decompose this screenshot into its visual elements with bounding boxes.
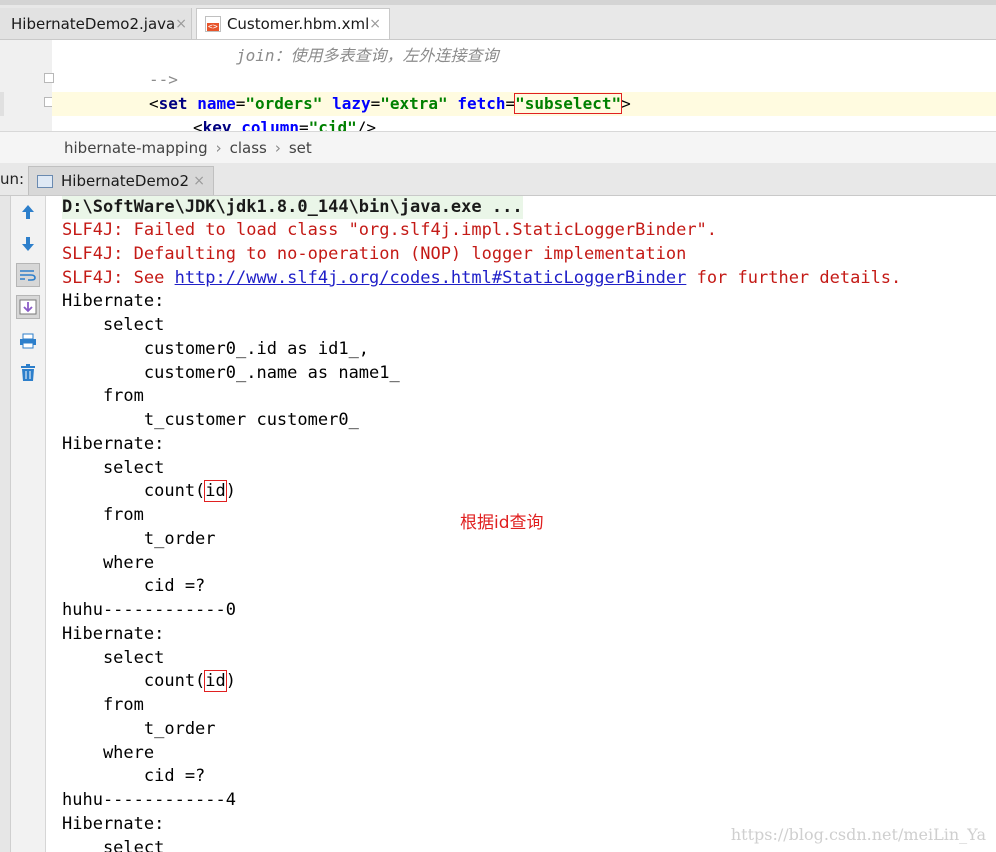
console-text: SLF4J: See (62, 268, 175, 288)
console-line: t_order (62, 529, 216, 549)
console-line: Hibernate: (62, 291, 165, 311)
console-icon (37, 174, 53, 188)
console-line: select (62, 458, 165, 478)
console-line: Hibernate: (62, 434, 165, 454)
console-line: t_order (62, 719, 216, 739)
code-comment-end: --> (149, 70, 178, 89)
run-tab-label: HibernateDemo2 (61, 172, 190, 190)
highlight-box: "subselect" (514, 93, 623, 114)
code-editor[interactable]: join：使用多表查询，左外连接查询 --> <set name="orders… (0, 40, 996, 131)
run-tool-bar: un: HibernateDemo2 × (0, 163, 996, 196)
console-error-line: SLF4J: Defaulting to no-operation (NOP) … (62, 244, 687, 264)
code-attr: column (241, 118, 299, 131)
code-token: > (621, 94, 631, 113)
code-attr: fetch (457, 94, 506, 113)
console-line: from (62, 386, 144, 406)
soft-wrap-icon[interactable] (16, 263, 40, 287)
code-comment-line: join：使用多表查询，左外连接查询 (236, 46, 499, 65)
code-attr: name (197, 94, 236, 113)
console-line: count(id) (62, 480, 236, 503)
console-line: from (62, 505, 144, 525)
code-string-subselect: subselect (524, 94, 612, 113)
breadcrumb-item[interactable]: class (230, 139, 267, 157)
code-key-line: <key column="cid"/> (193, 116, 376, 131)
code-attr: lazy (332, 94, 371, 113)
code-tag: key (202, 118, 232, 131)
slf4j-link[interactable]: http://www.slf4j.org/codes.html#StaticLo… (175, 268, 687, 288)
code-string: "orders" (245, 94, 323, 113)
console-text: ) (225, 671, 237, 691)
console-line: cid =? (62, 766, 206, 786)
fold-marker-icon[interactable] (44, 73, 54, 83)
close-icon[interactable]: × (175, 16, 187, 32)
console-text: count( (62, 671, 206, 691)
watermark: https://blog.csdn.net/meiLin_Ya (730, 825, 986, 844)
console-line: huhu------------4 (62, 790, 236, 810)
code-string: " (611, 94, 622, 113)
code-string: "cid" (308, 118, 357, 131)
console-line: where (62, 553, 155, 573)
console-line: select (62, 838, 165, 852)
console-line: customer0_.id as id1_, (62, 339, 370, 359)
console-error-line: SLF4J: Failed to load class "org.slf4j.i… (62, 220, 718, 240)
console-line: Hibernate: (62, 814, 165, 834)
top-strip (0, 0, 996, 5)
scroll-to-end-icon[interactable] (16, 295, 40, 319)
highlight-box-id: id (204, 480, 227, 502)
run-tab-hibernate-demo2[interactable]: HibernateDemo2 × (28, 166, 214, 195)
code-tag: set (158, 94, 188, 113)
code-string: " (515, 94, 525, 113)
tab-hibernate-demo2-java[interactable]: HibernateDemo2.java × (0, 8, 192, 39)
console-command-line: D:\SoftWare\JDK\jdk1.8.0_144\bin\java.ex… (62, 196, 523, 219)
console-text: count( (62, 481, 206, 501)
code-token: /> (356, 118, 377, 131)
left-tool-strip (0, 196, 11, 852)
breadcrumb-separator: › (274, 138, 281, 157)
code-string: "extra" (380, 94, 448, 113)
breadcrumb-item[interactable]: hibernate-mapping (64, 139, 208, 157)
code-token: < (149, 94, 159, 113)
annotation-label: 根据id查询 (460, 513, 544, 533)
tab-label: HibernateDemo2.java (11, 14, 176, 33)
console-line: count(id) (62, 670, 236, 693)
console-line: select (62, 648, 165, 668)
console-text: ) (225, 481, 237, 501)
xml-file-icon (205, 16, 221, 32)
editor-tab-bar: HibernateDemo2.java × Customer.hbm.xml × (0, 0, 996, 40)
console-line: customer0_.name as name1_ (62, 363, 400, 383)
up-arrow-icon[interactable] (16, 200, 40, 224)
code-set-line: <set name="orders" lazy="extra" fetch="s… (149, 93, 631, 114)
console-text: for further details. (686, 268, 902, 288)
down-arrow-icon[interactable] (16, 232, 40, 256)
code-token: < (193, 118, 203, 131)
close-icon[interactable]: × (193, 173, 205, 189)
breadcrumb-separator: › (215, 138, 222, 157)
console-line: cid =? (62, 576, 206, 596)
breadcrumb: hibernate-mapping › class › set (0, 131, 996, 164)
trash-icon[interactable] (16, 361, 40, 385)
tab-customer-hbm-xml[interactable]: Customer.hbm.xml × (196, 8, 390, 39)
console-error-line: SLF4J: See http://www.slf4j.org/codes.ht… (62, 267, 901, 290)
breadcrumb-item[interactable]: set (289, 139, 312, 157)
console-line: huhu------------0 (62, 600, 236, 620)
editor-gutter (0, 40, 54, 131)
current-line-marker (0, 92, 4, 116)
console-toolbar (11, 196, 46, 852)
print-icon[interactable] (16, 329, 40, 353)
console-line: Hibernate: (62, 624, 165, 644)
console-line: select (62, 315, 165, 335)
close-icon[interactable]: × (369, 16, 381, 32)
console-line: t_customer customer0_ (62, 410, 359, 430)
highlight-box-id: id (204, 670, 227, 692)
tab-label: Customer.hbm.xml (226, 15, 370, 33)
console-line: from (62, 695, 144, 715)
run-label: un: (0, 170, 25, 188)
console-line: where (62, 743, 155, 763)
